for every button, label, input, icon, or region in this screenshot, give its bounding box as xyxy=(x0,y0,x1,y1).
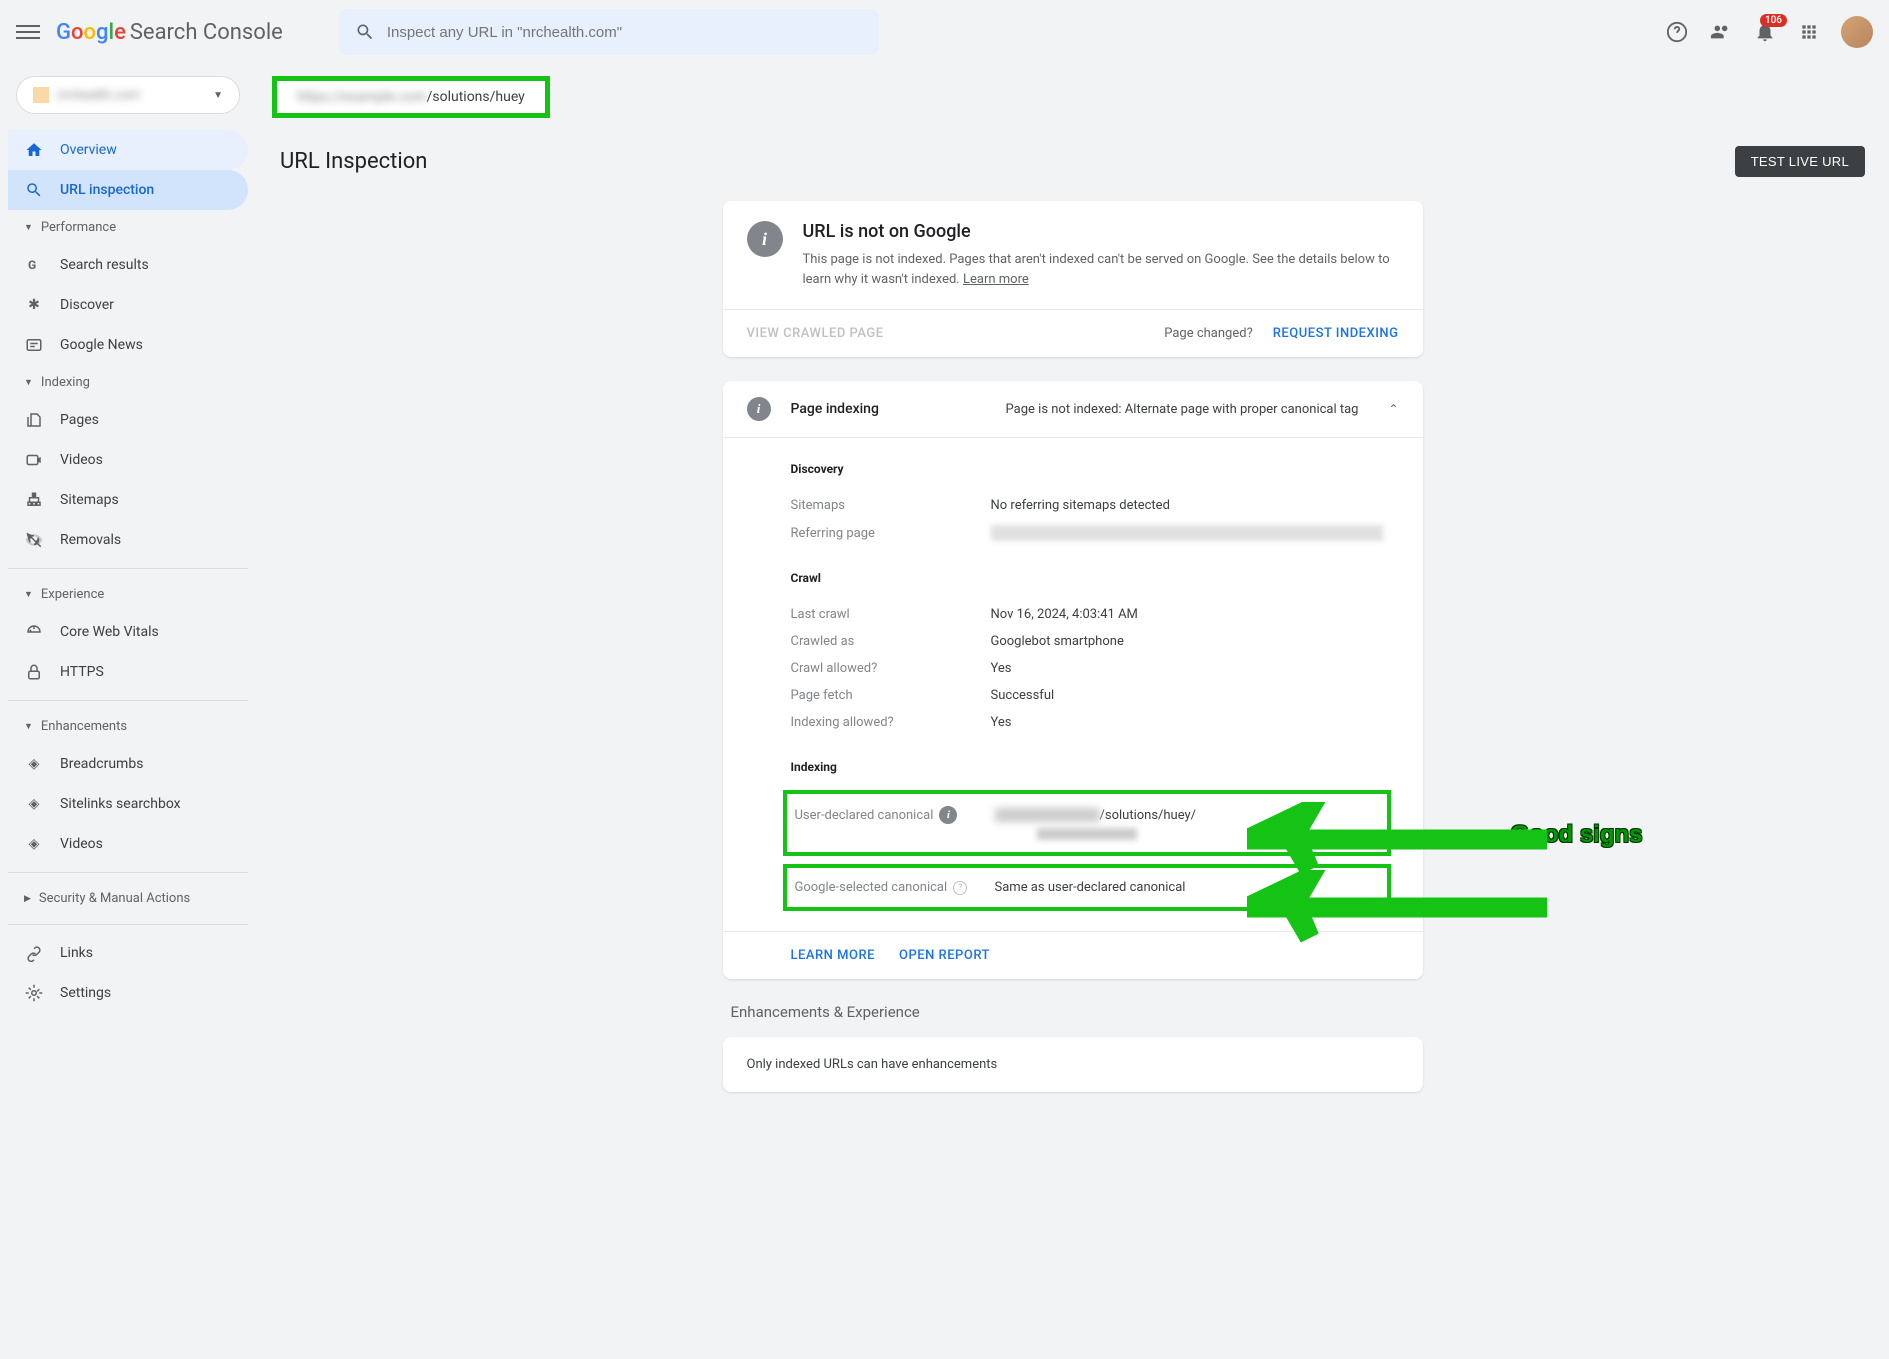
learn-more-link[interactable]: Learn more xyxy=(963,272,1029,287)
sidebar-section-enhancements[interactable]: ▼Enhancements xyxy=(8,709,248,744)
lock-icon xyxy=(24,662,44,682)
notification-badge: 106 xyxy=(1760,14,1787,27)
discover-icon: ✱ xyxy=(24,295,44,315)
sidebar-item-removals[interactable]: Removals xyxy=(8,520,248,560)
favicon-icon xyxy=(33,87,49,103)
home-icon xyxy=(24,140,44,160)
inspected-url-box: https://example.com/solutions/huey xyxy=(272,76,550,118)
url-search-bar[interactable] xyxy=(339,9,879,55)
sidebar-item-google-news[interactable]: Google News xyxy=(8,325,248,365)
links-icon xyxy=(24,943,44,963)
search-icon xyxy=(24,180,44,200)
menu-icon[interactable] xyxy=(16,20,40,44)
enhancements-card: Only indexed URLs can have enhancements xyxy=(723,1037,1423,1092)
svg-text:G: G xyxy=(28,258,36,272)
speed-icon xyxy=(24,622,44,642)
page-changed-text: Page changed? xyxy=(1164,326,1253,341)
sidebar: nrchealth.com ▼ Overview URL inspection … xyxy=(0,64,256,1132)
avatar[interactable] xyxy=(1841,16,1873,48)
news-icon xyxy=(24,335,44,355)
sidebar-section-indexing[interactable]: ▼Indexing xyxy=(8,365,248,400)
sidebar-section-experience[interactable]: ▼Experience xyxy=(8,577,248,612)
info-icon: i xyxy=(747,397,771,421)
status-title: URL is not on Google xyxy=(803,221,1399,242)
sidebar-item-pages[interactable]: Pages xyxy=(8,400,248,440)
sidebar-item-sitelinks[interactable]: ◈Sitelinks searchbox xyxy=(8,784,248,824)
sidebar-item-overview[interactable]: Overview xyxy=(8,130,248,170)
people-icon[interactable] xyxy=(1709,20,1733,44)
help-icon[interactable]: ? xyxy=(953,881,967,895)
sidebar-item-settings[interactable]: Settings xyxy=(8,973,248,1013)
sidebar-item-discover[interactable]: ✱Discover xyxy=(8,285,248,325)
sidebar-item-breadcrumbs[interactable]: ◈Breadcrumbs xyxy=(8,744,248,784)
chevron-down-icon: ▼ xyxy=(24,721,33,732)
notifications-icon[interactable]: 106 xyxy=(1753,20,1777,44)
chevron-down-icon: ▼ xyxy=(24,377,33,388)
apps-icon[interactable] xyxy=(1797,20,1821,44)
learn-more-button[interactable]: LEARN MORE xyxy=(791,948,875,963)
status-description: This page is not indexed. Pages that are… xyxy=(803,250,1399,289)
request-indexing-button[interactable]: REQUEST INDEXING xyxy=(1273,326,1399,341)
test-live-url-button[interactable]: TEST LIVE URL xyxy=(1735,146,1865,177)
sidebar-section-performance[interactable]: ▼Performance xyxy=(8,210,248,245)
info-icon[interactable]: i xyxy=(939,806,957,824)
breadcrumb-icon: ◈ xyxy=(24,754,44,774)
status-card: i URL is not on Google This page is not … xyxy=(723,201,1423,357)
page-title: URL Inspection xyxy=(280,149,427,174)
main-content: https://example.com/solutions/huey URL I… xyxy=(256,64,1889,1132)
pages-icon xyxy=(24,410,44,430)
user-canonical-highlight: User-declared canonical i /solutions/hue… xyxy=(783,790,1391,856)
gear-icon xyxy=(24,983,44,1003)
indexing-heading: Indexing xyxy=(791,760,1383,774)
removals-icon xyxy=(24,530,44,550)
page-indexing-card: i Page indexing Page is not indexed: Alt… xyxy=(723,381,1423,979)
open-report-button[interactable]: OPEN REPORT xyxy=(899,948,990,963)
discovery-heading: Discovery xyxy=(791,462,1383,476)
chevron-right-icon: ▶ xyxy=(24,894,31,904)
search-input[interactable] xyxy=(387,24,863,41)
annotation-good-signs: Good signs xyxy=(1511,821,1643,849)
sidebar-item-links[interactable]: Links xyxy=(8,933,248,973)
sidebar-item-cwv[interactable]: Core Web Vitals xyxy=(8,612,248,652)
sidebar-item-https[interactable]: HTTPS xyxy=(8,652,248,692)
inspect-action[interactable] xyxy=(1037,828,1137,840)
info-icon: i xyxy=(747,221,783,257)
search-icon xyxy=(355,22,375,42)
video-icon xyxy=(24,450,44,470)
chevron-down-icon: ▼ xyxy=(24,222,33,233)
google-g-icon: G xyxy=(24,255,44,275)
sidebar-item-enh-videos[interactable]: ◈Videos xyxy=(8,824,248,864)
chevron-up-icon: ⌃ xyxy=(1388,402,1398,416)
sitemap-icon xyxy=(24,490,44,510)
google-canonical-highlight: Google-selected canonical ? Same as user… xyxy=(783,864,1391,911)
sitelinks-icon: ◈ xyxy=(24,794,44,814)
page-indexing-header[interactable]: i Page indexing Page is not indexed: Alt… xyxy=(723,381,1423,438)
property-selector[interactable]: nrchealth.com ▼ xyxy=(16,76,240,114)
help-icon[interactable] xyxy=(1665,20,1689,44)
app-header: Google Search Console 106 xyxy=(0,0,1889,64)
video-icon: ◈ xyxy=(24,834,44,854)
enhancements-section-title: Enhancements & Experience xyxy=(723,1003,1423,1037)
sidebar-item-url-inspection[interactable]: URL inspection xyxy=(8,170,248,210)
sidebar-item-sitemaps[interactable]: Sitemaps xyxy=(8,480,248,520)
sidebar-item-search-results[interactable]: GSearch results xyxy=(8,245,248,285)
logo[interactable]: Google Search Console xyxy=(56,20,283,45)
chevron-down-icon: ▼ xyxy=(24,589,33,600)
sidebar-section-security[interactable]: ▶Security & Manual Actions xyxy=(8,881,248,916)
crawl-heading: Crawl xyxy=(791,571,1383,585)
sidebar-item-videos[interactable]: Videos xyxy=(8,440,248,480)
view-crawled-page-button: VIEW CRAWLED PAGE xyxy=(747,326,884,341)
chevron-down-icon: ▼ xyxy=(213,90,223,101)
